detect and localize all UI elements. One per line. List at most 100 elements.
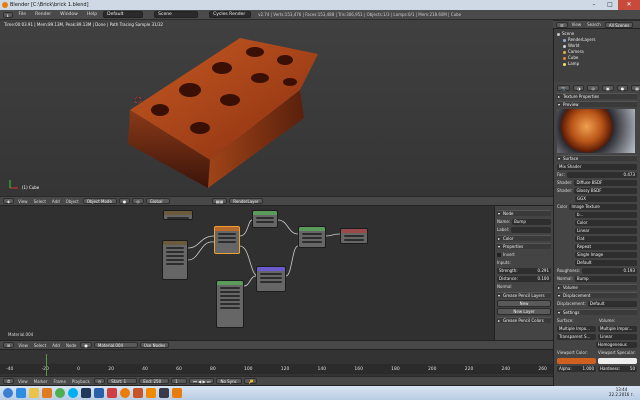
projection-select[interactable]: Flat [575, 235, 637, 242]
surface-section[interactable]: Surface [557, 155, 637, 162]
timeline-menu-playback[interactable]: Playback [70, 379, 92, 384]
settings-section[interactable]: Settings [557, 309, 637, 316]
node-label-field[interactable] [511, 226, 551, 233]
steam-icon[interactable] [159, 388, 169, 398]
start-frame-field[interactable]: Start: 1 [107, 378, 138, 384]
skype-icon[interactable] [68, 388, 78, 398]
strength-field[interactable]: Strength: 0.291 [497, 267, 551, 274]
menu-render[interactable]: Render [32, 12, 54, 17]
material-select[interactable]: Material.004 [93, 342, 138, 348]
displacement-section[interactable]: Displacement [557, 292, 637, 299]
chrome-icon[interactable] [55, 388, 65, 398]
timeline-ruler[interactable]: -40 -20 0 20 40 60 80 100 120 140 160 18… [0, 364, 553, 374]
internet-explorer-icon[interactable] [16, 388, 26, 398]
timeline-menu-frame[interactable]: Frame [51, 379, 67, 384]
close-window-button[interactable]: ✕ [618, 0, 640, 10]
outliner-menu-search[interactable]: Search [585, 22, 603, 27]
render-layer-select[interactable]: RenderLayer [229, 198, 264, 204]
current-frame-line[interactable] [46, 354, 47, 376]
node-menu-view[interactable]: View [16, 343, 30, 348]
volume-sampling-select[interactable]: Multiple Impor... [598, 325, 637, 332]
shader-type-button[interactable]: ● [80, 342, 92, 348]
preview-section[interactable]: Preview [557, 101, 637, 108]
shader2-select[interactable]: Glossy BSDF [574, 187, 637, 194]
timeline[interactable]: -40 -20 0 20 40 60 80 100 120 140 160 18… [0, 350, 553, 386]
node-bump[interactable] [256, 266, 286, 292]
menu-window[interactable]: Window [57, 12, 81, 17]
vector-select[interactable]: Default [575, 259, 637, 266]
minimize-button[interactable]: – [586, 0, 602, 10]
distribution-select[interactable]: GGX [575, 195, 637, 202]
node-section[interactable]: Node [497, 210, 551, 217]
viewport-color-swatch[interactable] [557, 357, 596, 364]
texture-tab-icon[interactable]: ▦ [631, 84, 640, 91]
shader1-select[interactable]: Diffuse BSDF [574, 179, 637, 186]
grease-colors-section[interactable]: Grease Pencil Colors [497, 317, 551, 324]
roughness-field[interactable]: 0.193 [582, 267, 637, 274]
editor-type-info-button[interactable]: ℹ [3, 11, 13, 18]
node-menu-add[interactable]: Add [50, 343, 62, 348]
world-tab-icon[interactable]: ◎ [587, 84, 599, 91]
node-image-texture[interactable] [214, 226, 240, 254]
editor-type-timeline-button[interactable]: ⏱ [3, 378, 15, 384]
scene-select[interactable]: Scene [154, 11, 199, 18]
preview-range-button[interactable]: ◷ [93, 378, 106, 384]
object-tab-icon[interactable]: ▣ [601, 84, 614, 91]
interpolation-select[interactable]: Linear [575, 227, 637, 234]
node-material-output[interactable] [340, 228, 368, 244]
multiple-importance-checkbox[interactable]: Multiple Impo... [557, 325, 596, 332]
color-space-select[interactable]: Color [575, 219, 637, 226]
keying-set-button[interactable]: 🔑 [244, 378, 258, 384]
screen-layout-select[interactable]: Default [103, 11, 144, 18]
node-name-field[interactable]: Bump [512, 218, 551, 225]
render-tab-icon[interactable]: 📷 [557, 84, 570, 91]
powerpoint-icon[interactable] [133, 388, 143, 398]
volume-interp-select[interactable]: Linear [598, 333, 637, 340]
node-mix-shader[interactable] [298, 226, 326, 248]
color-input-select[interactable]: Image Texture [569, 203, 637, 210]
node-glossy-bsdf[interactable] [216, 280, 244, 328]
viewport-menu-view[interactable]: View [16, 199, 30, 204]
transparent-shadows-checkbox[interactable]: Transparent S... [557, 333, 596, 340]
node-editor[interactable]: Material.004 [0, 206, 494, 340]
sync-mode-select[interactable]: No Sync [216, 378, 243, 384]
editor-type-node-button[interactable]: ⊞ [3, 342, 15, 348]
windows-start-icon[interactable] [3, 388, 13, 398]
normal-input-select[interactable]: Bump [574, 275, 637, 282]
editor-type-3d-button[interactable]: ◈ [3, 198, 15, 204]
outliner-item-lamp[interactable]: Lamp [557, 61, 637, 67]
maximize-button[interactable]: □ [602, 0, 618, 10]
color-section[interactable]: Color [497, 235, 551, 242]
homogeneous-checkbox[interactable]: Homogeneous [596, 341, 637, 348]
extension-select[interactable]: Repeat [575, 243, 637, 250]
blender-task-icon[interactable] [172, 388, 182, 398]
surface-shader-select[interactable]: Mix Shader [557, 163, 637, 170]
fac-field[interactable]: 0.473 [566, 171, 637, 178]
viewport-shading-button[interactable]: ● [118, 198, 131, 204]
use-nodes-checkbox[interactable]: Use Nodes [139, 342, 170, 348]
displacement-select[interactable]: Default [587, 300, 637, 307]
distance-field[interactable]: Distance: 0.100 [497, 275, 551, 282]
outliner-menu-view[interactable]: View [570, 22, 584, 27]
new-layer-button[interactable]: New Layer [497, 308, 551, 315]
invert-checkbox[interactable] [497, 252, 501, 257]
3d-viewport[interactable]: Time:00:03.91 | Mem:89.13M, Peak:89.13M … [0, 20, 553, 196]
node-mapping[interactable] [162, 240, 188, 280]
node-menu-node[interactable]: Node [64, 343, 78, 348]
editor-type-outliner-button[interactable]: ☰ [556, 21, 568, 28]
grease-pencil-section[interactable]: Grease Pencil Layers [497, 292, 551, 299]
media-player-icon[interactable] [42, 388, 52, 398]
pivot-point-button[interactable]: ◎ [132, 198, 144, 204]
interaction-mode-select[interactable]: Object Mode [82, 198, 117, 204]
node-texture-coordinate[interactable] [163, 210, 193, 220]
viewport-menu-add[interactable]: Add [50, 199, 62, 204]
layers-button[interactable]: ▦▦ [211, 198, 228, 204]
node-diffuse-bsdf[interactable] [252, 210, 278, 228]
timeline-menu-view[interactable]: View [16, 379, 30, 384]
texture-properties-section[interactable]: Texture Properties [557, 93, 637, 100]
node-menu-select[interactable]: Select [32, 343, 48, 348]
playback-controls[interactable]: ⏮ ◀ ▶ ⏭ [189, 378, 215, 384]
material-tab-icon[interactable]: ● [616, 84, 629, 91]
paint-icon[interactable] [107, 388, 117, 398]
viewport-menu-object[interactable]: Object [64, 199, 81, 204]
